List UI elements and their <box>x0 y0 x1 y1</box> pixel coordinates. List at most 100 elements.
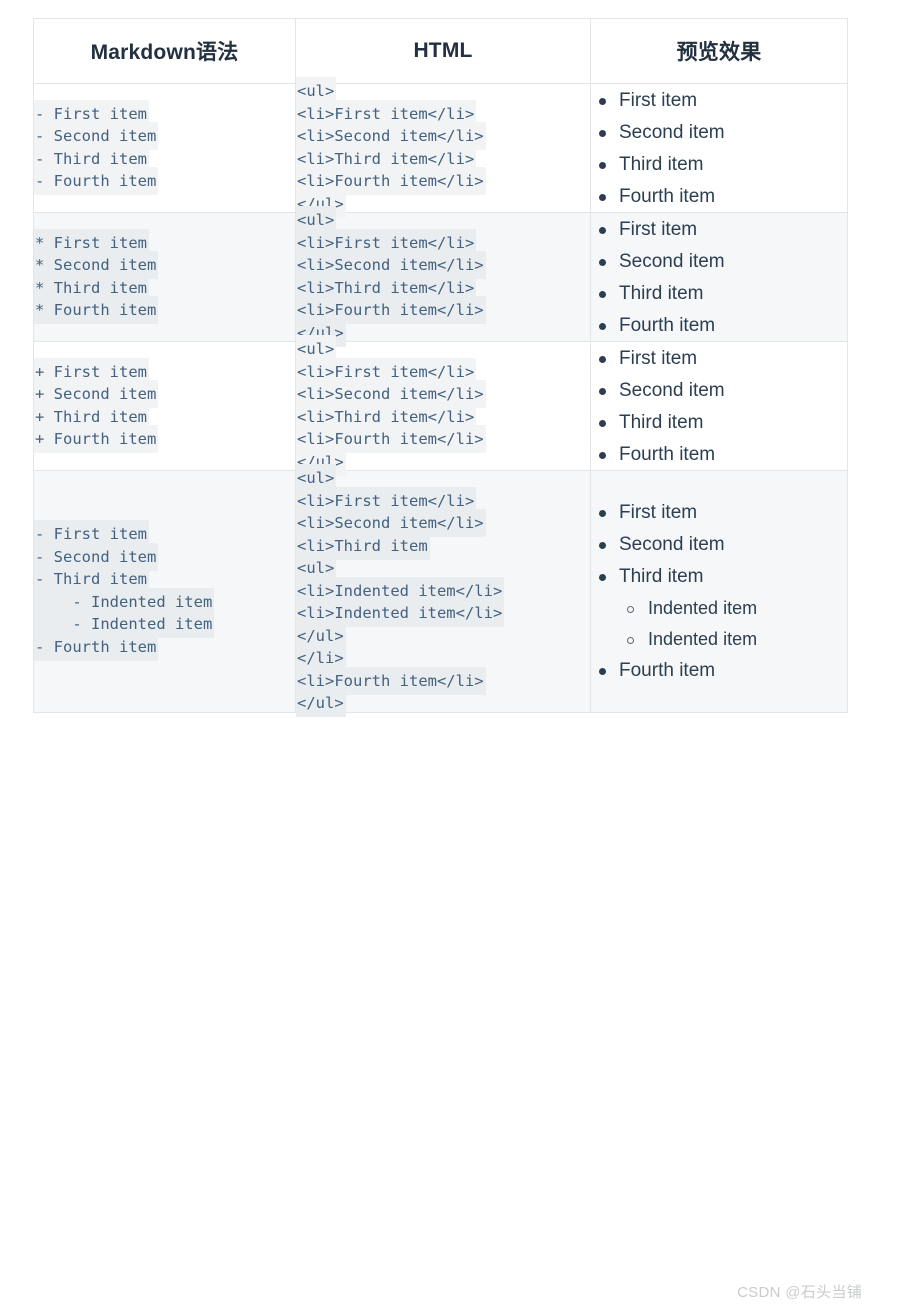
markdown-code-block: * First item * Second item * Third item * F… <box>34 228 295 324</box>
code-line: * First item <box>34 228 295 257</box>
code-line: <li>First item</li> <box>296 99 590 128</box>
code-line: <li>Third item <box>296 531 590 560</box>
preview-list-item: First item <box>591 220 847 239</box>
code-line: + First item <box>34 357 295 386</box>
preview-list-item: Third item <box>591 284 847 303</box>
code-line: - First item <box>34 99 295 128</box>
code-line: <li>First item</li> <box>296 357 590 386</box>
preview-list-item: Second item <box>591 123 847 142</box>
code-line: - Indented item <box>34 587 295 616</box>
code-line: - Fourth item <box>34 632 295 661</box>
html-code-block: <ul> <li>First item</li> <li>Second item</… <box>296 206 590 347</box>
code-line: <li>Indented item</li> <box>296 576 590 605</box>
preview-list: First item Second item Third item Fourth it… <box>591 91 847 206</box>
table-header-row: Markdown语法 HTML 预览效果 <box>33 18 848 84</box>
code-line: <li>Third item</li> <box>296 402 590 431</box>
markdown-code-block: - First item - Second item - Third item - … <box>34 520 295 661</box>
preview-list-item: Third item <box>591 413 847 432</box>
code-line: </ul> <box>296 689 590 717</box>
code-line: - Second item <box>34 542 295 571</box>
html-output-cell: <ul> <li>First item</li> <li>Second item</… <box>295 206 591 347</box>
preview-list-item: First item <box>591 349 847 368</box>
preview-render-cell: First item Second item Third item Fourth it… <box>590 212 848 342</box>
preview-list: First item Second item Third item Fourth it… <box>591 349 847 464</box>
code-line: * Third item <box>34 273 295 302</box>
code-line: - Third item <box>34 144 295 173</box>
html-code-block: <ul> <li>First item</li> <li>Second item</… <box>296 335 590 476</box>
markdown-syntax-cell: - First item - Second item - Third item - F… <box>33 83 296 213</box>
markdown-code-block: + First item + Second item + Third item + F… <box>34 357 295 453</box>
code-line: <li>Second item</li> <box>296 380 590 408</box>
csdn-watermark: CSDN @石头当铺 <box>737 1284 862 1301</box>
markdown-lists-reference-table: Markdown语法 HTML 预览效果 - First item - Secon… <box>33 18 848 717</box>
html-code-block: <ul> <li>First item</li> <li>Second item</… <box>296 77 590 218</box>
preview-list-item: Second item <box>591 535 847 554</box>
table-body: - First item - Second item - Third item - F… <box>33 77 848 717</box>
code-line: - Third item <box>34 565 295 594</box>
code-line-text: - Fourth item <box>34 167 159 195</box>
code-line: <li>Second item</li> <box>296 251 590 279</box>
html-output-cell: <ul> <li>First item</li> <li>Second item</… <box>295 464 591 717</box>
code-line: + Third item <box>34 402 295 431</box>
code-line: </ul> <box>296 447 590 476</box>
column-header-html: HTML <box>295 18 591 84</box>
markdown-code-block: - First item - Second item - Third item - F… <box>34 99 295 195</box>
preview-list-item: Fourth item <box>591 187 847 206</box>
preview-list-item: First item <box>591 91 847 110</box>
code-line-text: </ul> <box>296 689 346 717</box>
preview-list-item: First item <box>591 503 847 522</box>
code-line: </ul> <box>296 621 590 650</box>
code-line: - First item <box>34 520 295 549</box>
code-line: - Second item <box>34 122 295 150</box>
code-line: <li>First item</li> <box>296 486 590 515</box>
code-line: <li>Fourth item</li> <box>296 425 590 453</box>
preview-list-item: Second item <box>591 381 847 400</box>
preview-list-item: Fourth item <box>591 661 847 680</box>
code-line: <li>Third item</li> <box>296 273 590 302</box>
table-row: * First item * Second item * Third item * F… <box>33 206 848 347</box>
code-line: </ul> <box>296 318 590 347</box>
preview-nested-list-item: Indented item <box>591 630 847 648</box>
code-line: <li>Second item</li> <box>296 122 590 150</box>
code-line: <li>Fourth item</li> <box>296 296 590 324</box>
markdown-syntax-cell: + First item + Second item + Third item + F… <box>33 341 296 471</box>
code-line-text: - Fourth item <box>34 632 159 661</box>
markdown-reference-table-container: Markdown语法 HTML 预览效果 - First item - Secon… <box>33 18 848 717</box>
table-row: - First item - Second item - Third item - F… <box>33 77 848 218</box>
code-line: <li>Fourth item</li> <box>296 666 590 695</box>
code-line: + Fourth item <box>34 425 295 453</box>
preview-list-item: Second item <box>591 252 847 271</box>
preview-render-cell: First item Second item Third item Fourth it… <box>590 341 848 471</box>
table-row: + First item + Second item + Third item + F… <box>33 335 848 476</box>
markdown-syntax-cell: * First item * Second item * Third item * F… <box>33 212 296 342</box>
table-row: - First item - Second item - Third item - … <box>33 464 848 717</box>
preview-nested-list-item: Indented item <box>591 599 847 617</box>
column-header-preview: 预览效果 <box>590 18 848 84</box>
code-line-text: * Fourth item <box>34 296 159 324</box>
markdown-syntax-cell: - First item - Second item - Third item - … <box>33 470 296 713</box>
preview-render-cell: First item Second item Third item Indented … <box>590 470 848 713</box>
code-line: - Indented item <box>34 610 295 639</box>
preview-list: First item Second item Third item Indented … <box>591 503 847 680</box>
code-line: <li>First item</li> <box>296 228 590 257</box>
code-line: <li>Third item</li> <box>296 144 590 173</box>
code-line: * Fourth item <box>34 296 295 324</box>
code-line: <li>Fourth item</li> <box>296 167 590 195</box>
html-code-block: <ul> <li>First item</li> <li>Second item</… <box>296 464 590 717</box>
preview-list-item: Fourth item <box>591 445 847 464</box>
column-header-markdown-syntax: Markdown语法 <box>33 18 296 84</box>
preview-render-cell: First item Second item Third item Fourth it… <box>590 83 848 213</box>
html-output-cell: <ul> <li>First item</li> <li>Second item</… <box>295 77 591 218</box>
preview-list-item: Third item <box>591 155 847 174</box>
preview-list-item: Third item <box>591 567 847 586</box>
code-line: <li>Indented item</li> <box>296 599 590 627</box>
code-line: <ul> <box>296 77 590 105</box>
code-line: </li> <box>296 644 590 672</box>
code-line: * Second item <box>34 251 295 279</box>
table-header: Markdown语法 HTML 预览效果 <box>33 18 848 84</box>
code-line: + Second item <box>34 380 295 408</box>
code-line-text: + Fourth item <box>34 425 159 453</box>
code-line: <ul> <box>296 554 590 582</box>
code-line: </ul> <box>296 189 590 218</box>
html-output-cell: <ul> <li>First item</li> <li>Second item</… <box>295 335 591 476</box>
